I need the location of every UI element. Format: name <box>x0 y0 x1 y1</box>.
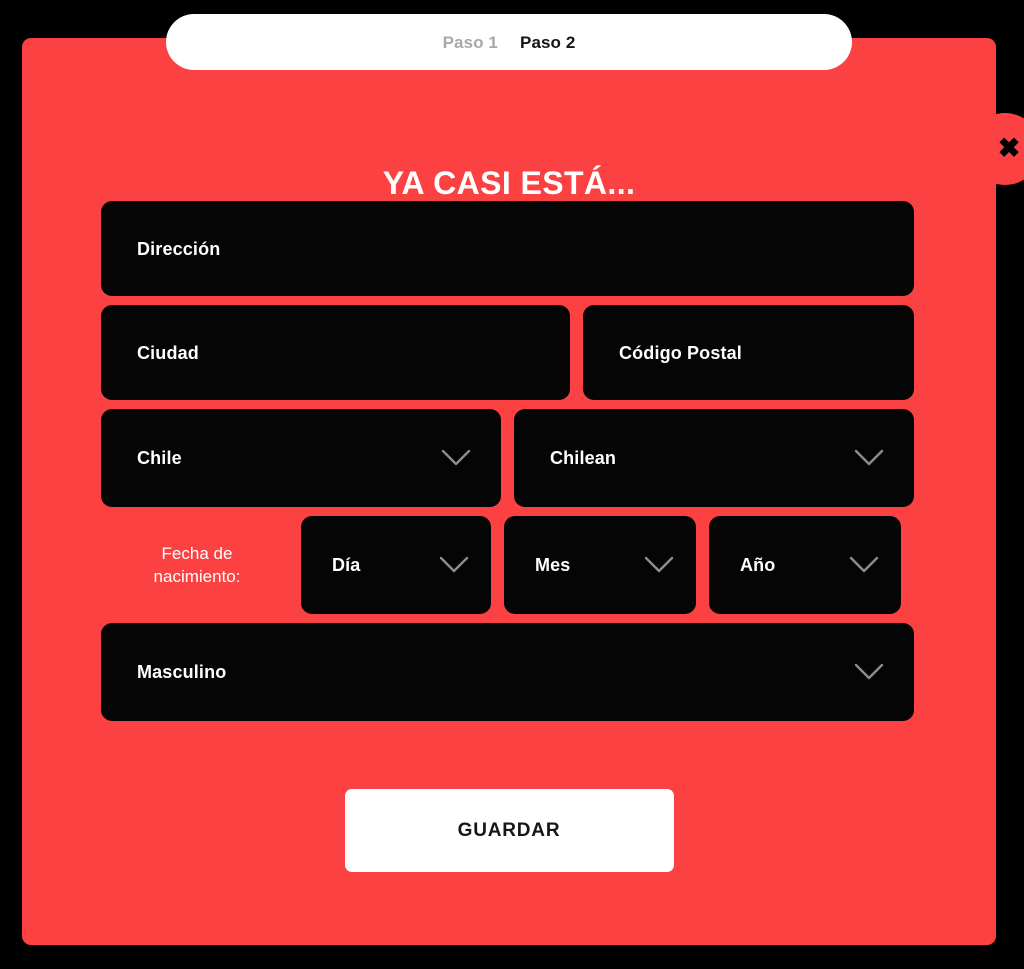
chevron-down-icon <box>849 556 879 574</box>
chevron-down-icon <box>439 556 469 574</box>
signup-modal-panel: YA CASI ESTÁ... Dirección Ciudad Código … <box>22 38 996 945</box>
birth-date-label-line2: nacimiento: <box>153 567 241 586</box>
tab-paso-2[interactable]: Paso 2 <box>520 34 575 51</box>
birth-date-label: Fecha de nacimiento: <box>101 542 301 589</box>
save-button[interactable]: GUARDAR <box>344 789 674 872</box>
close-icon: ✖ <box>997 133 1021 163</box>
form-row-birth-date: Fecha de nacimiento: Día Mes Año <box>101 516 914 614</box>
nationality-select[interactable]: Chilean <box>514 409 914 507</box>
form-row-city-postal: Ciudad Código Postal <box>101 305 914 400</box>
birth-day-select[interactable]: Día <box>301 516 491 614</box>
address-input[interactable]: Dirección <box>101 201 914 296</box>
city-input[interactable]: Ciudad <box>101 305 570 400</box>
chevron-down-icon <box>854 663 884 681</box>
birth-month-select-value: Mes <box>535 555 571 575</box>
registration-form: Dirección Ciudad Código Postal Chile Chi… <box>101 201 914 721</box>
city-input-text: Ciudad <box>137 342 199 363</box>
birth-day-select-value: Día <box>332 555 361 575</box>
submit-row: GUARDAR <box>22 789 996 872</box>
tab-paso-1[interactable]: Paso 1 <box>443 34 498 51</box>
postal-code-input[interactable]: Código Postal <box>583 305 914 400</box>
birth-year-select-value: Año <box>740 555 776 575</box>
address-input-text: Dirección <box>137 238 221 259</box>
page-title: YA CASI ESTÁ... <box>382 165 636 201</box>
birth-year-select[interactable]: Año <box>709 516 901 614</box>
chevron-down-icon <box>441 449 471 467</box>
country-select-value: Chile <box>137 448 182 468</box>
postal-code-input-text: Código Postal <box>619 342 742 363</box>
chevron-down-icon <box>854 449 884 467</box>
chevron-down-icon <box>644 556 674 574</box>
gender-select-value: Masculino <box>137 662 227 682</box>
form-row-country-nationality: Chile Chilean <box>101 409 914 507</box>
form-row-gender: Masculino <box>101 623 914 721</box>
birth-date-label-line1: Fecha de <box>161 543 233 563</box>
step-tabs: Paso 1 Paso 2 <box>166 14 852 70</box>
birth-month-select[interactable]: Mes <box>504 516 696 614</box>
screen-root: YA CASI ESTÁ... Dirección Ciudad Código … <box>0 0 1024 969</box>
form-row-address: Dirección <box>101 201 914 296</box>
gender-select[interactable]: Masculino <box>101 623 914 721</box>
nationality-select-value: Chilean <box>550 448 617 468</box>
country-select[interactable]: Chile <box>101 409 501 507</box>
